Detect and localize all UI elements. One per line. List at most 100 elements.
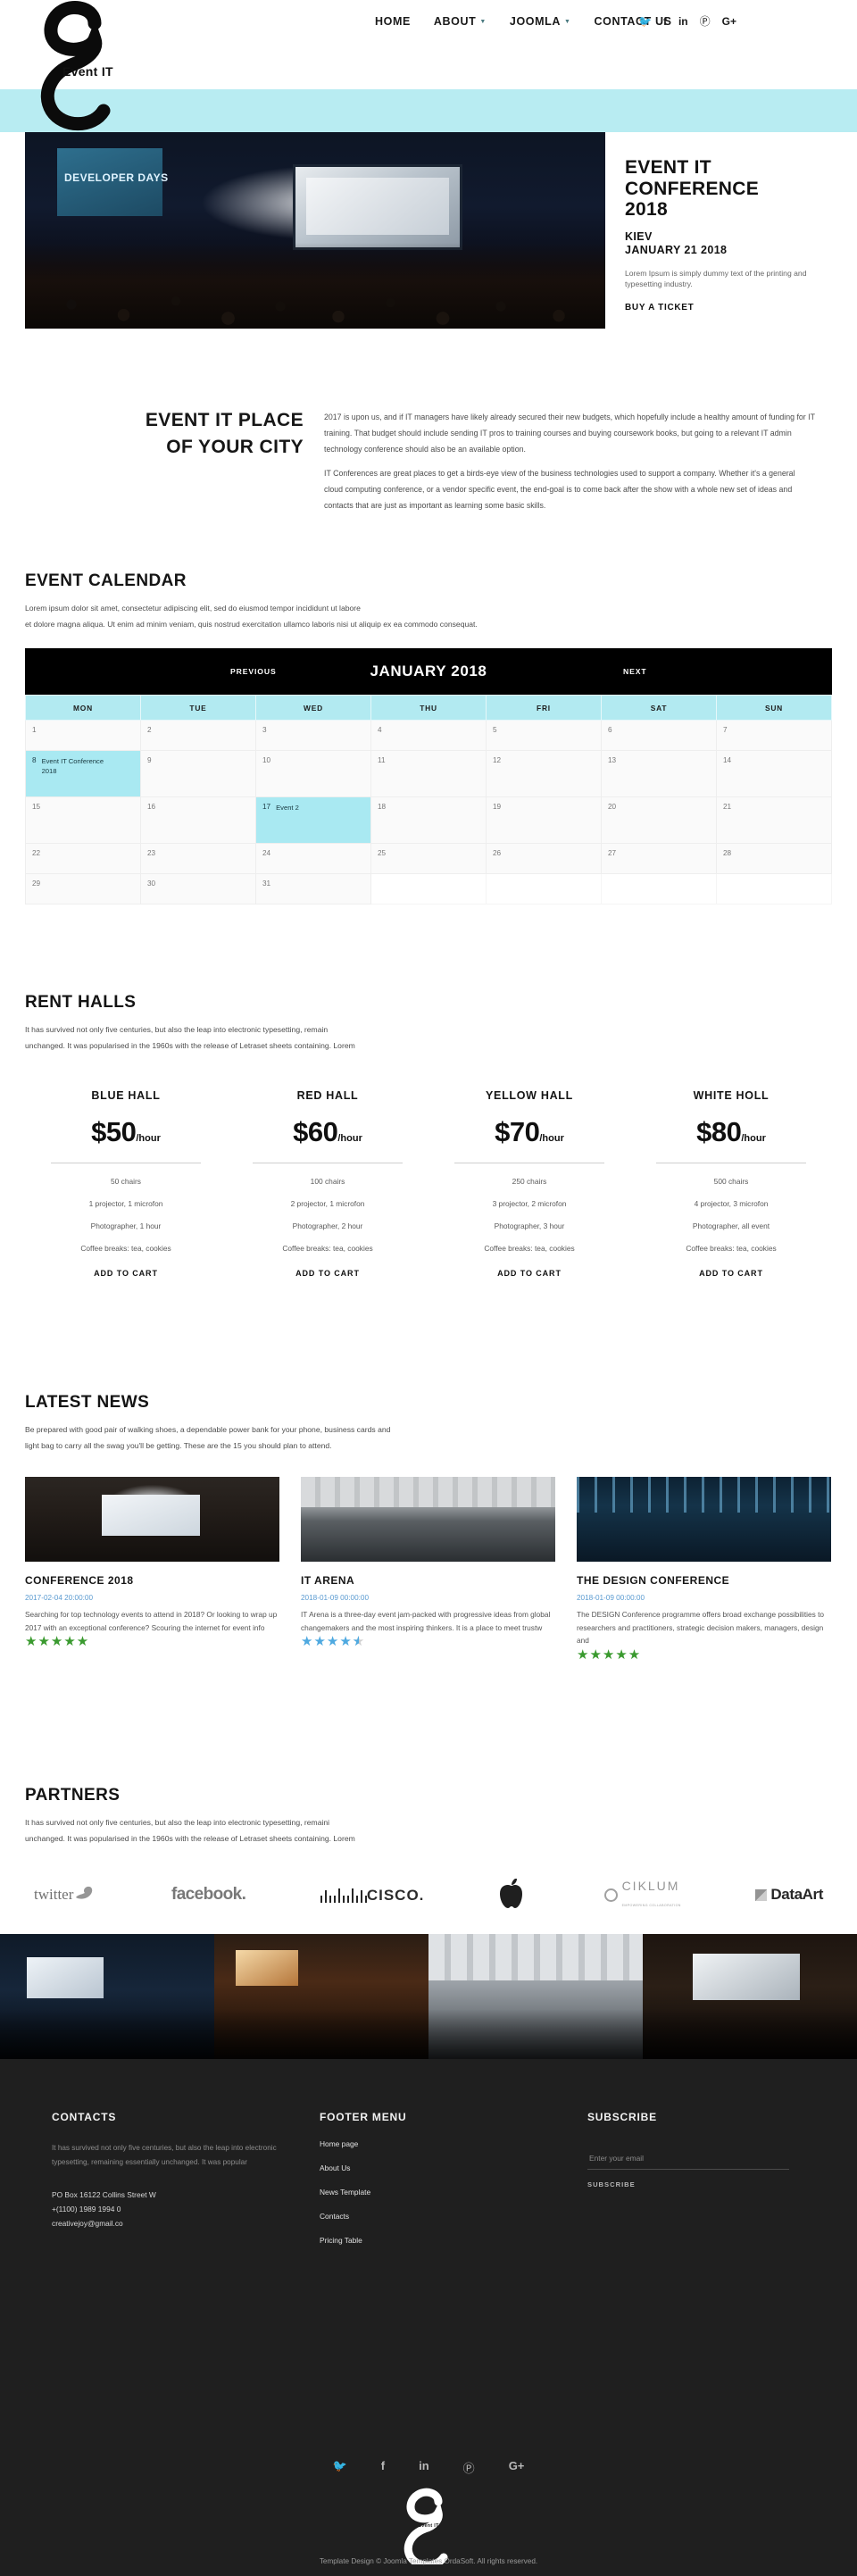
calendar-cell-event[interactable]: 8 Event IT Conference 2018 bbox=[25, 750, 141, 798]
calendar-cell[interactable]: 11 bbox=[370, 750, 487, 798]
gallery-image-2[interactable] bbox=[214, 1934, 428, 2059]
footer-menu-item[interactable]: News Template bbox=[320, 2188, 587, 2197]
add-to-cart-button[interactable]: ADD TO CART bbox=[295, 1269, 360, 1278]
footer-menu-item[interactable]: Pricing Table bbox=[320, 2236, 587, 2245]
footer-menu-item[interactable]: About Us bbox=[320, 2163, 587, 2172]
pinterest-icon[interactable]: Ⓟ bbox=[700, 16, 711, 27]
footer-social-links[interactable]: 🐦 f in Ⓟ G+ bbox=[0, 2459, 857, 2476]
nav-item-joomla[interactable]: JOOMLA ▼ bbox=[510, 15, 571, 28]
calendar-cell[interactable]: 2 bbox=[140, 720, 256, 752]
twitter-icon[interactable]: 🐦 bbox=[638, 16, 652, 27]
google-plus-icon[interactable]: G+ bbox=[509, 2459, 525, 2476]
footer-logo-label: Event IT bbox=[418, 2523, 439, 2529]
calendar-cell[interactable]: 28 bbox=[716, 843, 832, 875]
google-plus-icon[interactable]: G+ bbox=[722, 16, 736, 27]
calendar-cell[interactable]: 3 bbox=[255, 720, 371, 752]
subscribe-email-input[interactable] bbox=[587, 2150, 789, 2170]
add-to-cart-button[interactable]: ADD TO CART bbox=[94, 1269, 158, 1278]
calendar-cell[interactable]: 9 bbox=[140, 750, 256, 798]
calendar-cell[interactable]: 13 bbox=[601, 750, 717, 798]
logo-label: Event IT bbox=[62, 64, 113, 79]
calendar-cell[interactable]: 5 bbox=[486, 720, 602, 752]
footer-logo[interactable]: Event IT bbox=[0, 2488, 857, 2564]
main-nav[interactable]: HOME ABOUT ▼ JOOMLA ▼ CONTACT US bbox=[375, 0, 672, 43]
news-card[interactable]: IT ARENA 2018-01-09 00:00:00 IT Arena is a… bbox=[301, 1477, 555, 1663]
news-title[interactable]: THE DESIGN CONFERENCE bbox=[577, 1574, 831, 1587]
pricing-card: RED HALL $60/hour 100 chairs 2 projector, 1… bbox=[227, 1089, 428, 1280]
add-to-cart-button[interactable]: ADD TO CART bbox=[497, 1269, 562, 1278]
calendar-cell[interactable]: 4 bbox=[370, 720, 487, 752]
calendar-next-button[interactable]: NEXT bbox=[623, 667, 647, 676]
footer-menu-list[interactable]: Home page About Us News Template Contacts Pr… bbox=[320, 2139, 587, 2245]
gallery-image-3[interactable] bbox=[428, 1934, 643, 2059]
calendar-cell[interactable]: 1 bbox=[25, 720, 141, 752]
buy-a-ticket-button[interactable]: BUY A TICKET bbox=[625, 303, 694, 313]
header-social-links[interactable]: 🐦 f in Ⓟ G+ bbox=[638, 0, 736, 43]
linkedin-icon[interactable]: in bbox=[419, 2459, 429, 2476]
calendar-cell[interactable]: 21 bbox=[716, 796, 832, 845]
calendar-lead: Lorem ipsum dolor sit amet, consectetur … bbox=[25, 604, 478, 629]
calendar-cell[interactable]: 25 bbox=[370, 843, 487, 875]
calendar-cell[interactable]: 15 bbox=[25, 796, 141, 845]
calendar-cell[interactable]: 14 bbox=[716, 750, 832, 798]
calendar-day-number: 15 bbox=[32, 803, 41, 812]
linkedin-icon[interactable]: in bbox=[678, 16, 688, 27]
news-thumbnail[interactable] bbox=[301, 1477, 555, 1563]
calendar-cell[interactable]: 24 bbox=[255, 843, 371, 875]
calendar-cell[interactable]: 23 bbox=[140, 843, 256, 875]
news-card[interactable]: THE DESIGN CONFERENCE 2018-01-09 00:00:00… bbox=[577, 1477, 831, 1663]
facebook-logo[interactable]: facebook. bbox=[171, 1885, 246, 1905]
ciklum-logo-label: CIKLUM bbox=[621, 1879, 680, 1894]
footer-email[interactable]: creativejoy@gmail.co bbox=[52, 2217, 320, 2231]
calendar-day-number: 14 bbox=[723, 756, 732, 765]
site-header bbox=[0, 89, 857, 132]
news-title[interactable]: CONFERENCE 2018 bbox=[25, 1574, 279, 1587]
add-to-cart-button[interactable]: ADD TO CART bbox=[699, 1269, 763, 1278]
calendar-cell[interactable]: 7 bbox=[716, 720, 832, 752]
news-card[interactable]: CONFERENCE 2018 2017-02-04 20:00:00 Search… bbox=[25, 1477, 279, 1663]
subscribe-button[interactable]: SUBSCRIBE bbox=[587, 2180, 636, 2188]
news-thumbnail[interactable] bbox=[577, 1477, 831, 1563]
calendar-day-number: 17 bbox=[262, 803, 271, 812]
calendar-cell[interactable]: 22 bbox=[25, 843, 141, 875]
dataart-logo[interactable]: DataArt bbox=[755, 1886, 823, 1904]
calendar-weekday: SAT bbox=[601, 695, 717, 721]
calendar-cell[interactable]: 26 bbox=[486, 843, 602, 875]
news-date: 2018-01-09 00:00:00 bbox=[577, 1594, 645, 1603]
pinterest-icon[interactable]: Ⓟ bbox=[463, 2459, 475, 2476]
footer-phone[interactable]: +(1100) 1989 1994 0 bbox=[52, 2203, 320, 2217]
twitter-icon[interactable]: 🐦 bbox=[333, 2459, 347, 2476]
apple-logo[interactable] bbox=[499, 1877, 529, 1913]
footer-menu-item[interactable]: Home page bbox=[320, 2139, 587, 2148]
nav-item-about[interactable]: ABOUT ▼ bbox=[434, 15, 487, 28]
calendar-event-label[interactable]: Event 2 bbox=[276, 803, 299, 813]
pricing-card: BLUE HALL $50/hour 50 chairs 1 projector, 1… bbox=[25, 1089, 227, 1280]
calendar-cell[interactable]: 30 bbox=[140, 873, 256, 905]
calendar-cell[interactable]: 29 bbox=[25, 873, 141, 905]
cisco-logo[interactable]: CISCO. bbox=[320, 1885, 425, 1905]
gallery-image-4[interactable] bbox=[643, 1934, 857, 2059]
news-thumbnail[interactable] bbox=[25, 1477, 279, 1563]
calendar-cell-event[interactable]: 17 Event 2 bbox=[255, 796, 371, 845]
ciklum-logo[interactable]: CIKLUM EMPOWERING COLLABORATION bbox=[603, 1879, 681, 1911]
calendar-cell[interactable]: 6 bbox=[601, 720, 717, 752]
gallery-image-1[interactable] bbox=[0, 1934, 214, 2059]
news-excerpt: Searching for top technology events to a… bbox=[25, 1610, 278, 1632]
calendar-cell[interactable]: 12 bbox=[486, 750, 602, 798]
facebook-icon[interactable]: f bbox=[381, 2459, 385, 2476]
footer-menu-item[interactable]: Contacts bbox=[320, 2212, 587, 2221]
calendar-cell[interactable]: 31 bbox=[255, 873, 371, 905]
calendar-cell[interactable]: 27 bbox=[601, 843, 717, 875]
calendar-event-label[interactable]: Event IT Conference 2018 bbox=[42, 756, 112, 777]
calendar-cell[interactable]: 19 bbox=[486, 796, 602, 845]
calendar-cell[interactable]: 20 bbox=[601, 796, 717, 845]
calendar-cell[interactable]: 10 bbox=[255, 750, 371, 798]
twitter-logo[interactable]: twitter bbox=[34, 1883, 96, 1906]
calendar-weekday: THU bbox=[370, 695, 487, 721]
calendar-cell[interactable]: 16 bbox=[140, 796, 256, 845]
facebook-icon[interactable]: f bbox=[663, 16, 667, 27]
news-title[interactable]: IT ARENA bbox=[301, 1574, 555, 1587]
calendar-cell[interactable]: 18 bbox=[370, 796, 487, 845]
nav-item-home[interactable]: HOME bbox=[375, 15, 411, 28]
pricing-feature: Photographer, 3 hour bbox=[494, 1221, 565, 1231]
